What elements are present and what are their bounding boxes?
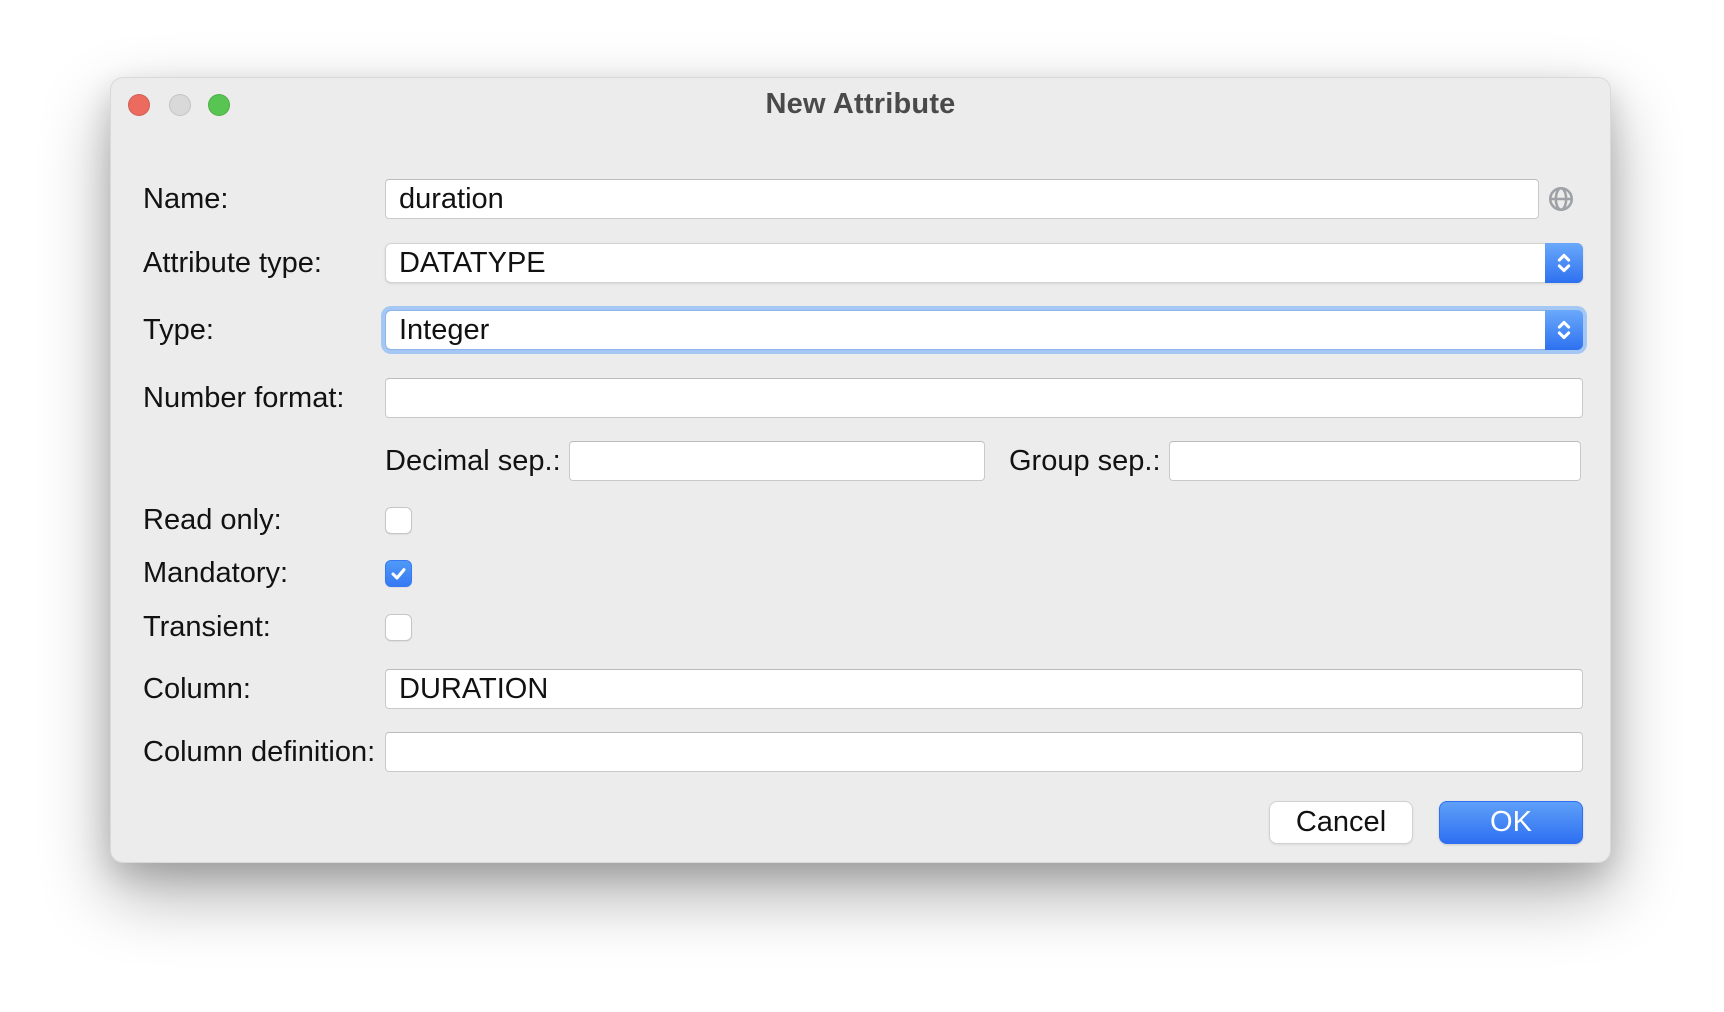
type-select[interactable]: Integer (385, 310, 1583, 350)
minimize-button[interactable] (169, 94, 191, 116)
read-only-checkbox[interactable] (385, 507, 412, 534)
mandatory-checkbox[interactable] (385, 560, 412, 587)
dialog-title: New Attribute (765, 87, 956, 120)
cancel-button[interactable]: Cancel (1269, 801, 1413, 844)
read-only-label: Read only: (143, 504, 282, 536)
new-attribute-dialog: New Attribute Name: Attribute type: DATA… (110, 77, 1611, 863)
chevron-up-down-icon (1545, 243, 1583, 283)
name-input[interactable] (385, 179, 1539, 219)
attribute-type-label: Attribute type: (143, 247, 322, 279)
decimal-sep-label: Decimal sep.: (385, 445, 561, 477)
column-definition-input[interactable] (385, 732, 1583, 772)
column-input[interactable] (385, 669, 1583, 709)
column-definition-label: Column definition: (143, 736, 376, 768)
number-format-input[interactable] (385, 378, 1583, 418)
globe-icon (1547, 185, 1575, 213)
attribute-type-select[interactable]: DATATYPE (385, 243, 1583, 283)
number-format-label: Number format: (143, 382, 345, 414)
decimal-sep-input[interactable] (569, 441, 985, 481)
titlebar: New Attribute (111, 78, 1610, 130)
close-button[interactable] (128, 94, 150, 116)
ok-button[interactable]: OK (1439, 801, 1583, 844)
mandatory-label: Mandatory: (143, 557, 289, 589)
check-icon (391, 568, 406, 580)
transient-label: Transient: (143, 611, 271, 643)
zoom-button[interactable] (208, 94, 230, 116)
chevron-up-down-icon (1545, 310, 1583, 350)
transient-checkbox[interactable] (385, 614, 412, 641)
group-sep-label: Group sep.: (1009, 445, 1161, 477)
group-sep-input[interactable] (1169, 441, 1581, 481)
column-label: Column: (143, 673, 251, 705)
attribute-type-value: DATATYPE (399, 246, 546, 279)
type-label: Type: (143, 314, 214, 346)
name-label: Name: (143, 183, 229, 215)
type-value: Integer (399, 313, 490, 346)
